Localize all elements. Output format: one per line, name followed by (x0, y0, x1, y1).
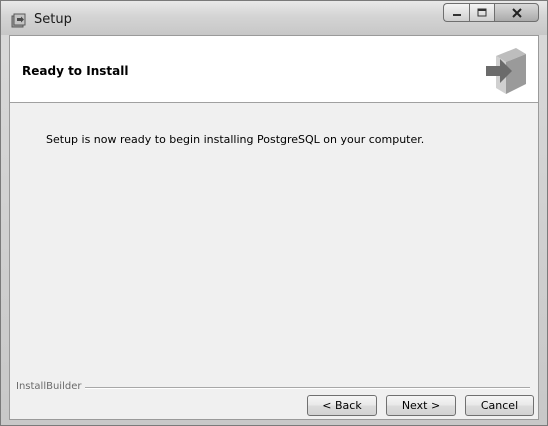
maximize-icon (477, 8, 487, 16)
wizard-client-area: Ready to Install Setup is now ready to b… (9, 35, 539, 420)
installbuilder-label: InstallBuilder (16, 381, 86, 392)
maximize-button[interactable] (469, 3, 494, 22)
separator-line (82, 387, 530, 389)
minimize-icon (452, 13, 461, 16)
wizard-header: Ready to Install (10, 36, 538, 103)
brand-separator: InstallBuilder (10, 381, 538, 395)
ready-message: Setup is now ready to begin installing P… (46, 133, 425, 146)
close-button[interactable] (494, 3, 539, 22)
minimize-button[interactable] (443, 3, 469, 22)
install-box-arrow-icon (486, 48, 526, 94)
back-button[interactable]: < Back (307, 395, 377, 416)
setup-app-icon (11, 13, 26, 28)
cancel-button[interactable]: Cancel (465, 395, 534, 416)
title-bar[interactable]: Setup (1, 1, 547, 35)
close-icon (511, 7, 522, 18)
setup-window: Setup Ready to Install Setup is now read… (0, 0, 548, 426)
window-controls (443, 3, 539, 23)
window-title: Setup (34, 12, 72, 27)
next-button[interactable]: Next > (386, 395, 456, 416)
page-title: Ready to Install (22, 64, 129, 78)
